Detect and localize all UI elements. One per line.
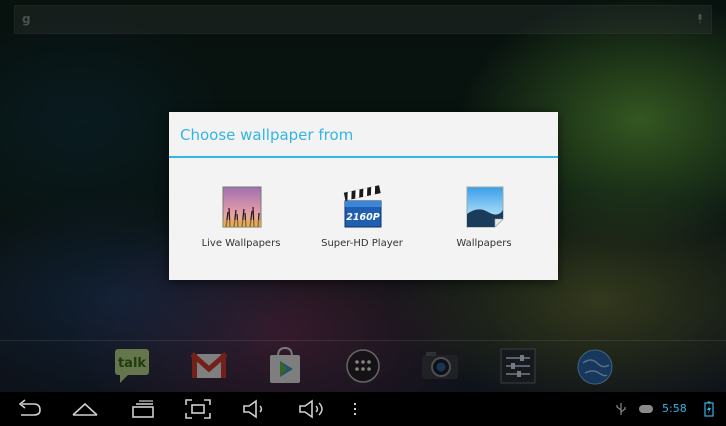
option-label: Live Wallpapers: [201, 238, 281, 249]
volume-down-icon[interactable]: [240, 398, 270, 420]
recent-apps-icon[interactable]: [128, 398, 158, 420]
dialog-title: Choose wallpaper from: [180, 126, 354, 144]
volume-up-icon[interactable]: [297, 398, 327, 420]
battery-charging-icon: [704, 401, 714, 417]
live-wallpapers-icon: [222, 186, 262, 228]
super-hd-badge-text: 2160P: [346, 212, 379, 223]
option-wallpapers[interactable]: Wallpapers: [424, 172, 544, 262]
super-hd-player-icon: 2160P: [343, 185, 382, 228]
option-label: Wallpapers: [456, 238, 512, 249]
menu-overflow-icon[interactable]: [340, 398, 370, 420]
screenshot-icon[interactable]: [183, 398, 213, 420]
option-live-wallpapers[interactable]: Live Wallpapers: [181, 172, 301, 262]
back-icon[interactable]: [14, 398, 44, 420]
option-label: Super-HD Player: [321, 238, 403, 249]
home-icon[interactable]: [70, 398, 100, 420]
system-navigation-bar: 5:58: [0, 392, 726, 426]
gamepad-icon: [639, 405, 653, 413]
wallpapers-icon: [466, 186, 504, 228]
choose-wallpaper-dialog: Choose wallpaper from Live Wallpapers 21…: [169, 112, 558, 280]
status-clock: 5:58: [662, 402, 687, 415]
usb-icon: [616, 403, 626, 415]
dialog-title-divider: [169, 156, 558, 158]
option-super-hd-player[interactable]: 2160P Super-HD Player: [302, 172, 422, 262]
